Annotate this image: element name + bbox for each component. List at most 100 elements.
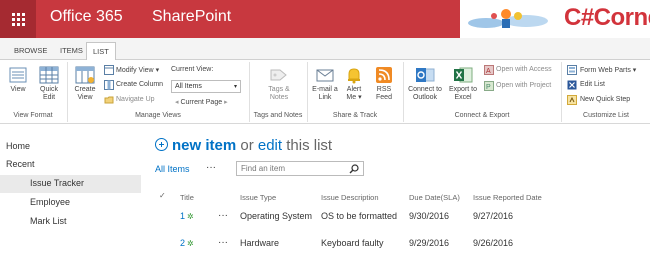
plus-circle-icon[interactable] (155, 138, 168, 151)
group-label-share-track: Share & Track (332, 112, 378, 119)
column-header-issue-description[interactable]: Issue Description (321, 193, 379, 202)
current-view-label: Current View: (171, 66, 214, 73)
tag-icon (270, 69, 287, 81)
chevron-down-icon: ▾ (632, 67, 637, 74)
view-button[interactable]: View (5, 66, 31, 94)
current-page-pager: ◂ Current Page ▸ (175, 98, 228, 106)
row-title-link[interactable]: 2 ✲ (180, 238, 194, 248)
search-input[interactable]: Find an item (236, 161, 364, 176)
sharepoint-app-title[interactable]: SharePoint (152, 8, 231, 26)
group-label-connect-export: Connect & Export (454, 112, 510, 119)
excel-icon (454, 67, 473, 83)
tab-browse[interactable]: BROWSE (8, 42, 53, 60)
list-view-icon (9, 67, 27, 83)
modify-view-icon (104, 65, 114, 75)
new-quick-step-button[interactable]: New Quick Step (580, 96, 630, 103)
row-reported-date: 9/26/2016 (473, 238, 514, 248)
create-view-icon (75, 66, 95, 84)
edit-list-icon (567, 80, 577, 90)
logo-text: C#Corner (564, 4, 650, 31)
column-header-issue-reported-date[interactable]: Issue Reported Date (473, 193, 542, 202)
row-reported-date: 9/27/2016 (473, 211, 514, 221)
rss-icon (376, 67, 392, 83)
new-item-icon: ✲ (187, 239, 194, 248)
chevron-down-icon: ▾ (155, 67, 160, 74)
tags-notes-button[interactable]: Tags & Notes (262, 66, 296, 102)
create-view-label-2: View (77, 94, 93, 101)
form-web-parts-button[interactable]: Form Web Parts ▾ (580, 66, 636, 74)
row-more-icon[interactable]: ··· (218, 237, 228, 248)
group-label-customize-list: Customize List (583, 112, 629, 119)
nav-item-mark-list[interactable]: Mark List (0, 213, 141, 231)
select-all-checkmark-icon[interactable]: ✓ (159, 191, 166, 200)
svg-text:A: A (486, 68, 491, 75)
more-views-icon[interactable]: ··· (206, 162, 216, 173)
nav-item-recent[interactable]: Recent (0, 156, 141, 174)
connect-outlook-button[interactable]: Connect to Outlook (406, 66, 444, 102)
column-header-title[interactable]: Title (180, 193, 194, 202)
or-text: or (240, 137, 254, 154)
export-excel-label-2: Excel (454, 94, 472, 101)
open-with-project-button[interactable]: Open with Project (496, 82, 551, 89)
rss-feed-button[interactable]: RSS Feed (372, 66, 396, 102)
column-header-due-date[interactable]: Due Date(SLA) (409, 193, 460, 202)
next-page-icon[interactable]: ▸ (224, 99, 228, 106)
row-due-date: 9/29/2016 (409, 238, 450, 248)
open-with-access-button[interactable]: Open with Access (496, 66, 552, 73)
prev-page-icon[interactable]: ◂ (175, 99, 179, 106)
search-icon[interactable] (349, 164, 359, 174)
tab-items[interactable]: ITEMS (54, 42, 89, 60)
modify-view-button[interactable]: Modify View ▾ (116, 66, 159, 74)
current-page-label: Current Page (180, 99, 223, 106)
email-link-label-1: E-mail a (312, 86, 338, 93)
row-issue-type: Operating System (240, 211, 313, 221)
view-all-items[interactable]: All Items (155, 164, 190, 174)
office365-brand[interactable]: Office 365 (50, 8, 123, 26)
current-view-value: All Items (175, 83, 202, 90)
quick-edit-label-1: Quick (40, 86, 58, 93)
alert-me-button[interactable]: Alert Me ▾ (342, 66, 366, 102)
csharpcorner-logo: C#Corner (460, 0, 650, 38)
app-launcher-button[interactable] (0, 0, 36, 38)
view-button-label: View (10, 86, 26, 93)
create-column-button[interactable]: Create Column (116, 81, 163, 88)
column-header-issue-type[interactable]: Issue Type (240, 193, 276, 202)
nav-item-employee[interactable]: Employee (0, 194, 141, 212)
row-issue-description: Keyboard faulty (321, 238, 384, 248)
chevron-down-icon: ▾ (233, 84, 237, 90)
edit-list-link[interactable]: edit (258, 137, 282, 154)
export-excel-button[interactable]: Export to Excel (446, 66, 480, 102)
form-web-parts-label: Form Web Parts (580, 67, 631, 74)
access-icon: A (484, 65, 494, 75)
create-column-icon (104, 80, 114, 90)
group-label-manage-views: Manage Views (135, 112, 181, 119)
nav-item-home[interactable]: Home (0, 138, 141, 156)
current-view-select[interactable]: All Items ▾ (171, 80, 241, 93)
modify-view-label: Modify View (116, 67, 154, 74)
navigate-up-button[interactable]: Navigate Up (116, 96, 155, 103)
datasheet-icon (39, 66, 59, 84)
navigate-up-icon (104, 96, 114, 104)
quick-edit-label-2: Edit (42, 94, 56, 101)
nav-item-issue-tracker[interactable]: Issue Tracker (0, 175, 141, 193)
tags-notes-label-2: Notes (269, 94, 289, 101)
logo-mark-icon (468, 9, 548, 28)
row-issue-type: Hardware (240, 238, 280, 248)
row-more-icon[interactable]: ··· (218, 210, 228, 221)
email-link-button[interactable]: E-mail a Link (310, 66, 340, 102)
ribbon: View Quick Edit View Format Create View … (0, 60, 650, 124)
new-item-icon: ✲ (187, 212, 194, 221)
alert-me-label-2: Me ▾ (346, 94, 362, 101)
waffle-icon (11, 12, 25, 26)
svg-text:P: P (486, 84, 491, 91)
new-item-link[interactable]: new item (172, 137, 236, 154)
email-icon (316, 69, 334, 82)
row-title-link[interactable]: 1 ✲ (180, 211, 194, 221)
quick-edit-button[interactable]: Quick Edit (35, 66, 63, 102)
ribbon-tab-bar: BROWSE ITEMS LIST (0, 38, 650, 60)
create-view-button[interactable]: Create View (71, 66, 99, 102)
quick-step-icon (567, 95, 577, 105)
search-placeholder: Find an item (241, 164, 286, 173)
tab-list[interactable]: LIST (86, 42, 116, 60)
edit-list-button[interactable]: Edit List (580, 81, 605, 88)
